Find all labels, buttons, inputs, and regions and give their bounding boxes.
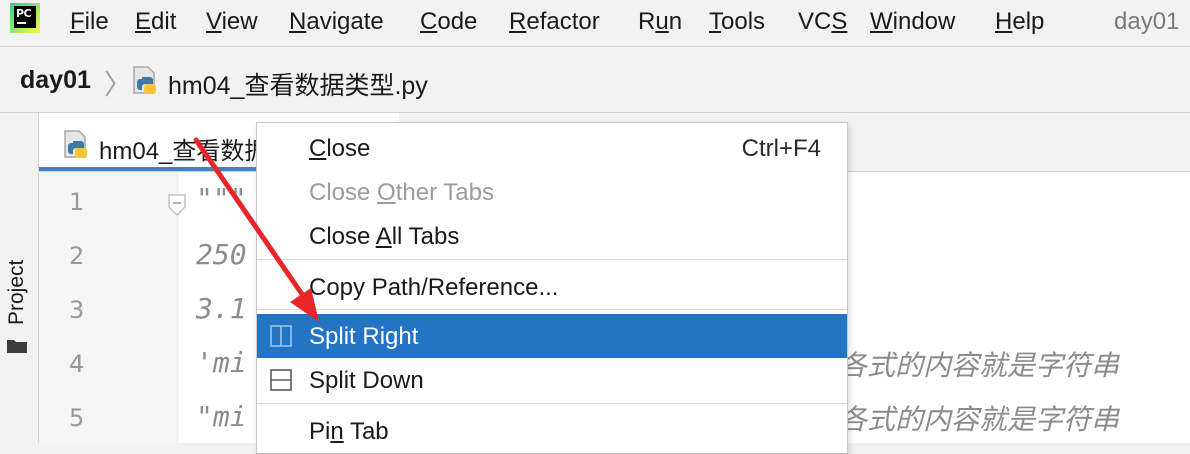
- menu-close[interactable]: Close Ctrl+F4: [257, 126, 847, 170]
- menu-split-down[interactable]: Split Down: [257, 358, 847, 402]
- menu-split-right[interactable]: Split Right: [257, 314, 847, 358]
- line-number: 5: [69, 404, 85, 432]
- split-vertical-icon: [270, 325, 292, 347]
- line-number: 4: [69, 350, 85, 378]
- menu-view[interactable]: View: [206, 8, 258, 36]
- code-line: """: [196, 182, 247, 215]
- split-horizontal-icon: [270, 369, 292, 391]
- menu-navigate[interactable]: Navigate: [289, 8, 384, 36]
- fold-collapse-icon[interactable]: [168, 194, 186, 216]
- tab-context-menu: Close Ctrl+F4 Close Other Tabs Close All…: [256, 122, 848, 454]
- menu-edit[interactable]: Edit: [135, 8, 176, 36]
- menu-separator: [257, 309, 847, 310]
- project-tool-window-tab[interactable]: Project: [5, 260, 29, 325]
- menu-code[interactable]: Code: [420, 8, 477, 36]
- line-number: 2: [69, 242, 85, 270]
- breadcrumb-separator: 〉: [104, 69, 133, 100]
- line-number: 3: [69, 296, 85, 324]
- window-project-title: day01: [1114, 8, 1180, 35]
- menu-separator: [257, 403, 847, 404]
- line-number: 1: [69, 188, 85, 216]
- menu-tools[interactable]: Tools: [709, 8, 765, 36]
- menu-copy-path[interactable]: Copy Path/Reference...: [257, 265, 847, 309]
- menu-separator: [257, 259, 847, 260]
- code-line: 250: [196, 238, 247, 271]
- code-line: "mi: [196, 400, 247, 433]
- menu-pin-tab[interactable]: Pin Tab: [257, 409, 847, 453]
- breadcrumb-file[interactable]: hm04_查看数据类型.py: [168, 66, 428, 102]
- code-line: 'mi: [196, 346, 247, 379]
- pycharm-logo-icon: PC: [10, 3, 40, 33]
- python-file-icon: [64, 130, 87, 158]
- menu-file[interactable]: File: [70, 8, 109, 36]
- breadcrumb: day01 〉 hm04_查看数据类型.py: [0, 47, 1190, 113]
- menu-close-all-tabs[interactable]: Close All Tabs: [257, 214, 847, 258]
- breadcrumb-project[interactable]: day01: [20, 66, 91, 95]
- code-comment: 各式的内容就是字符串: [839, 349, 1120, 382]
- code-line: 3.1: [196, 292, 247, 325]
- menu-bar: PC File Edit View Navigate Code Refactor…: [0, 0, 1190, 47]
- folder-icon[interactable]: [6, 338, 28, 354]
- line-number-gutter: 1 2 3 4 5: [39, 172, 179, 443]
- menu-help[interactable]: Help: [995, 8, 1044, 36]
- menu-vcs[interactable]: VCS: [798, 8, 847, 36]
- menu-run[interactable]: Run: [638, 8, 682, 36]
- tool-window-strip: Project: [0, 113, 39, 443]
- menu-refactor[interactable]: Refactor: [509, 8, 600, 36]
- python-file-icon: [133, 66, 156, 94]
- menu-close-other-tabs[interactable]: Close Other Tabs: [257, 170, 847, 214]
- code-comment: 各式的内容就是字符串: [839, 403, 1120, 436]
- menu-window[interactable]: Window: [870, 8, 955, 36]
- shortcut-label: Ctrl+F4: [741, 135, 821, 162]
